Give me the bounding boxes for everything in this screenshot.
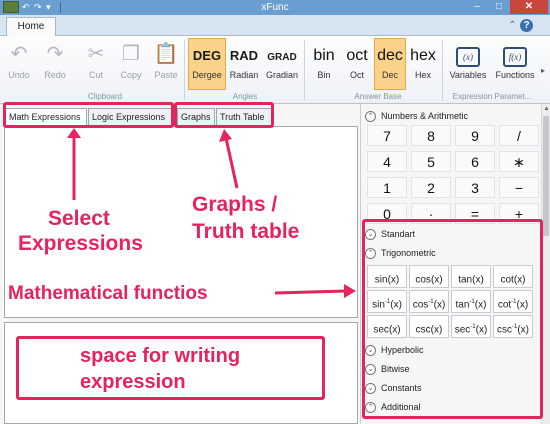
- redo-icon: ↷: [46, 43, 64, 65]
- maximize-button[interactable]: □: [488, 0, 510, 14]
- close-button[interactable]: ✕: [510, 0, 548, 14]
- ribbon-scroll-right-icon[interactable]: ▸: [541, 66, 545, 75]
- degree-label: Dergee: [192, 70, 222, 80]
- annotation-space-for-writing: space for writing expression: [80, 345, 241, 393]
- key-2[interactable]: 2: [411, 177, 451, 198]
- annotation-mathematical-functions: Mathematical functios: [8, 283, 208, 304]
- key-8[interactable]: 8: [411, 125, 451, 146]
- key-7[interactable]: 7: [367, 125, 407, 146]
- ribbon: ↶ Undo ↷ Redo ✂ Cut ❐ Copy 📋 Paste Clipb…: [0, 36, 550, 104]
- annotation-select-expressions: Select Expressions: [18, 207, 143, 255]
- copy-button[interactable]: ❐ Copy: [116, 38, 146, 90]
- copy-icon: ❐: [122, 43, 140, 65]
- ribbon-divider: [304, 40, 305, 100]
- gradian-label: Gradian: [265, 70, 299, 80]
- dec-button[interactable]: dec Dec: [374, 38, 406, 90]
- rad-text: RAD: [229, 48, 259, 63]
- oct-text: oct: [346, 47, 368, 64]
- undo-label: Undo: [8, 70, 30, 80]
- cut-label: Cut: [88, 70, 103, 80]
- highlight-functions-panel: [362, 219, 543, 419]
- ribbon-divider: [184, 40, 185, 100]
- ribbon-tab-strip: Home ⌃ ?: [0, 15, 550, 37]
- hex-text: hex: [410, 47, 436, 64]
- highlight-expression-tabs: [3, 102, 174, 128]
- radian-label: Radian: [229, 70, 259, 80]
- annotation-graphs-truth-table: Graphs / Truth table: [192, 193, 300, 243]
- redo-label: Redo: [44, 70, 66, 80]
- key-1[interactable]: 1: [367, 177, 407, 198]
- oct-label: Oct: [349, 70, 364, 80]
- paste-label: Paste: [154, 70, 178, 80]
- radian-button[interactable]: RAD Radian: [227, 38, 261, 90]
- clipboard-icon: 📋: [153, 43, 179, 65]
- hex-button[interactable]: hex Hex: [407, 38, 439, 90]
- variables-label: Variables: [449, 70, 487, 80]
- key-minus[interactable]: −: [499, 177, 539, 198]
- minimize-button[interactable]: –: [466, 0, 488, 14]
- key-4[interactable]: 4: [367, 151, 407, 172]
- key-9[interactable]: 9: [455, 125, 495, 146]
- scroll-up-icon[interactable]: ▲: [542, 104, 550, 114]
- answer-base-group-label: Answer Base: [354, 92, 402, 101]
- gradian-button[interactable]: GRAD Gradian: [263, 38, 301, 90]
- bin-button[interactable]: bin Bin: [307, 38, 341, 90]
- functions-icon: f(x): [503, 47, 527, 67]
- deg-text: DEG: [192, 48, 222, 63]
- scrollbar-thumb[interactable]: [543, 116, 549, 236]
- grad-text: GRAD: [267, 52, 297, 63]
- key-5[interactable]: 5: [411, 151, 451, 172]
- cut-button[interactable]: ✂ Cut: [82, 38, 110, 90]
- dec-label: Dec: [381, 70, 398, 80]
- key-divide[interactable]: /: [499, 125, 539, 146]
- variables-button[interactable]: (x) Variables: [446, 38, 490, 90]
- help-icon[interactable]: ?: [520, 19, 533, 32]
- bin-label: Bin: [317, 70, 331, 80]
- undo-button[interactable]: ↶ Undo: [4, 38, 34, 90]
- numbers-arithmetic-label: Numbers & Arithmetic: [381, 111, 469, 121]
- key-multiply[interactable]: ∗: [499, 151, 539, 172]
- functions-button[interactable]: f(x) Functions: [492, 38, 538, 90]
- redo-button[interactable]: ↷ Redo: [40, 38, 70, 90]
- scissors-icon: ✂: [87, 43, 105, 65]
- tab-home[interactable]: Home: [6, 17, 56, 37]
- numbers-arithmetic-header[interactable]: ⌃ Numbers & Arithmetic: [365, 108, 468, 124]
- undo-icon: ↶: [10, 43, 28, 65]
- hex-label: Hex: [414, 70, 431, 80]
- paste-button[interactable]: 📋 Paste: [150, 38, 182, 90]
- copy-label: Copy: [120, 70, 142, 80]
- highlight-graph-tabs: [174, 102, 274, 128]
- functions-label: Functions: [495, 70, 535, 80]
- ribbon-collapse-icon[interactable]: ⌃: [506, 19, 519, 32]
- expression-group-label: Expression Paramet...: [452, 92, 532, 101]
- collapse-icon: ⌃: [365, 111, 376, 123]
- oct-button[interactable]: oct Oct: [342, 38, 372, 90]
- key-3[interactable]: 3: [455, 177, 495, 198]
- dec-text: dec: [377, 47, 403, 64]
- key-6[interactable]: 6: [455, 151, 495, 172]
- ribbon-divider: [442, 40, 443, 100]
- degree-button[interactable]: DEG Dergee: [188, 38, 226, 90]
- bin-text: bin: [313, 47, 335, 64]
- title-bar: ↶ ↷ ▾ xFunc – □ ✕: [0, 0, 550, 15]
- variables-icon: (x): [456, 47, 480, 67]
